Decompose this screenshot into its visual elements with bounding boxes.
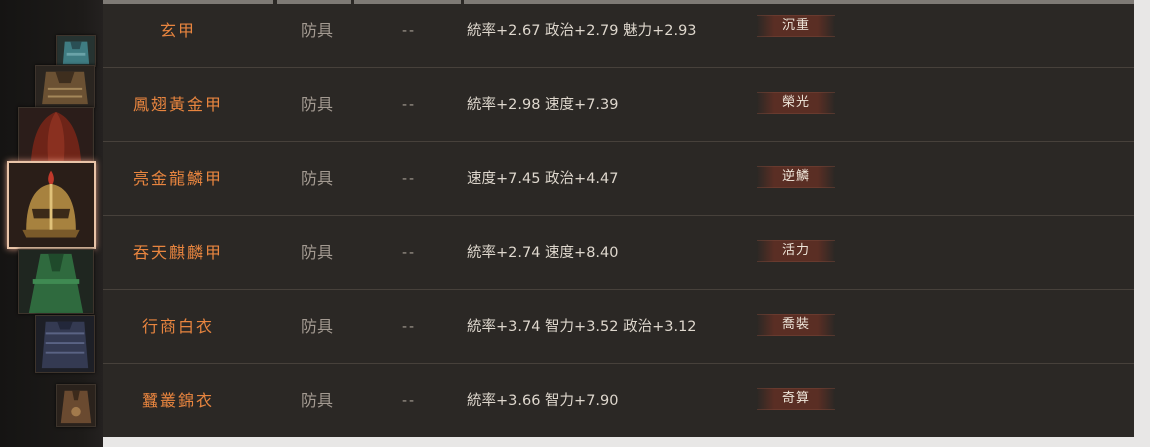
equipment-name: 行商白衣 xyxy=(141,317,214,336)
brocade-robe-icon xyxy=(57,385,95,426)
equipment-type: 防具 xyxy=(300,169,333,188)
equipment-skill-badge[interactable]: 奇算 xyxy=(757,388,835,410)
equipment-row[interactable]: 鳳翅黃金甲 防具 -- 統率+2.98 速度+7.39 榮光 xyxy=(103,68,1134,142)
equipment-row[interactable]: 行商白衣 防具 -- 統率+3.74 智力+3.52 政治+3.12 喬裝 xyxy=(103,290,1134,364)
equipment-row[interactable]: 玄甲 防具 -- 統率+2.67 政治+2.79 魅力+2.93 沉重 xyxy=(103,0,1134,68)
equipment-grade: -- xyxy=(401,171,417,187)
equipment-stats: 統率+2.67 政治+2.79 魅力+2.93 xyxy=(467,23,697,39)
equipment-stats: 統率+3.66 智力+7.90 xyxy=(467,393,619,409)
equipment-grade: -- xyxy=(401,319,417,335)
equipment-row[interactable]: 蠶叢錦衣 防具 -- 統率+3.66 智力+7.90 奇算 xyxy=(103,364,1134,438)
bronze-armor-icon xyxy=(36,66,94,107)
golden-helmet-icon xyxy=(9,163,94,247)
equipment-name: 吞天麒麟甲 xyxy=(132,243,223,262)
equipment-grade: -- xyxy=(401,97,417,113)
equipment-stats: 速度+7.45 政治+4.47 xyxy=(467,171,619,187)
equipment-type: 防具 xyxy=(300,95,333,114)
thumbnail-green-robe[interactable] xyxy=(18,249,94,314)
equipment-thumbnail-rail xyxy=(0,0,103,447)
equipment-skill-badge[interactable]: 活力 xyxy=(757,240,835,262)
equipment-type: 防具 xyxy=(300,21,333,40)
green-robe-icon xyxy=(19,250,93,313)
equipment-name: 蠶叢錦衣 xyxy=(141,391,214,410)
thumbnail-golden-helmet[interactable] xyxy=(7,161,96,249)
equipment-type: 防具 xyxy=(300,391,333,410)
thumbnail-teal-armor[interactable] xyxy=(56,35,96,67)
equipment-skill-badge[interactable]: 逆鱗 xyxy=(757,166,835,188)
equipment-skill-badge[interactable]: 榮光 xyxy=(757,92,835,114)
equipment-stats: 統率+2.74 速度+8.40 xyxy=(467,245,619,261)
equipment-name: 鳳翅黃金甲 xyxy=(132,95,223,114)
equipment-grade: -- xyxy=(401,245,417,261)
teal-armor-icon xyxy=(57,36,95,66)
equipment-grade: -- xyxy=(401,23,417,39)
equipment-skill-badge[interactable]: 喬裝 xyxy=(757,314,835,336)
equipment-name: 亮金龍鱗甲 xyxy=(132,169,223,188)
equipment-grade: -- xyxy=(401,393,417,409)
equipment-row[interactable]: 亮金龍鱗甲 防具 -- 速度+7.45 政治+4.47 逆鱗 xyxy=(103,142,1134,216)
equipment-skill-badge[interactable]: 沉重 xyxy=(757,15,835,37)
equipment-row[interactable]: 吞天麒麟甲 防具 -- 統率+2.74 速度+8.40 活力 xyxy=(103,216,1134,290)
equipment-type: 防具 xyxy=(300,243,333,262)
bottom-margin xyxy=(103,437,1134,447)
dark-lamellar-icon xyxy=(36,316,94,372)
equipment-stats: 統率+3.74 智力+3.52 政治+3.12 xyxy=(467,319,697,335)
equipment-list-panel: 玄甲 防具 -- 統率+2.67 政治+2.79 魅力+2.93 沉重 鳳翅黃金… xyxy=(103,0,1135,437)
red-cloak-icon xyxy=(19,108,93,161)
equipment-name: 玄甲 xyxy=(159,21,196,40)
equipment-type: 防具 xyxy=(300,317,333,336)
thumbnail-brocade-robe[interactable] xyxy=(56,384,96,427)
thumbnail-dark-lamellar[interactable] xyxy=(35,315,95,373)
right-margin xyxy=(1134,0,1150,447)
thumbnail-bronze-armor[interactable] xyxy=(35,65,95,108)
thumbnail-red-cloak[interactable] xyxy=(18,107,94,162)
equipment-stats: 統率+2.98 速度+7.39 xyxy=(467,97,619,113)
